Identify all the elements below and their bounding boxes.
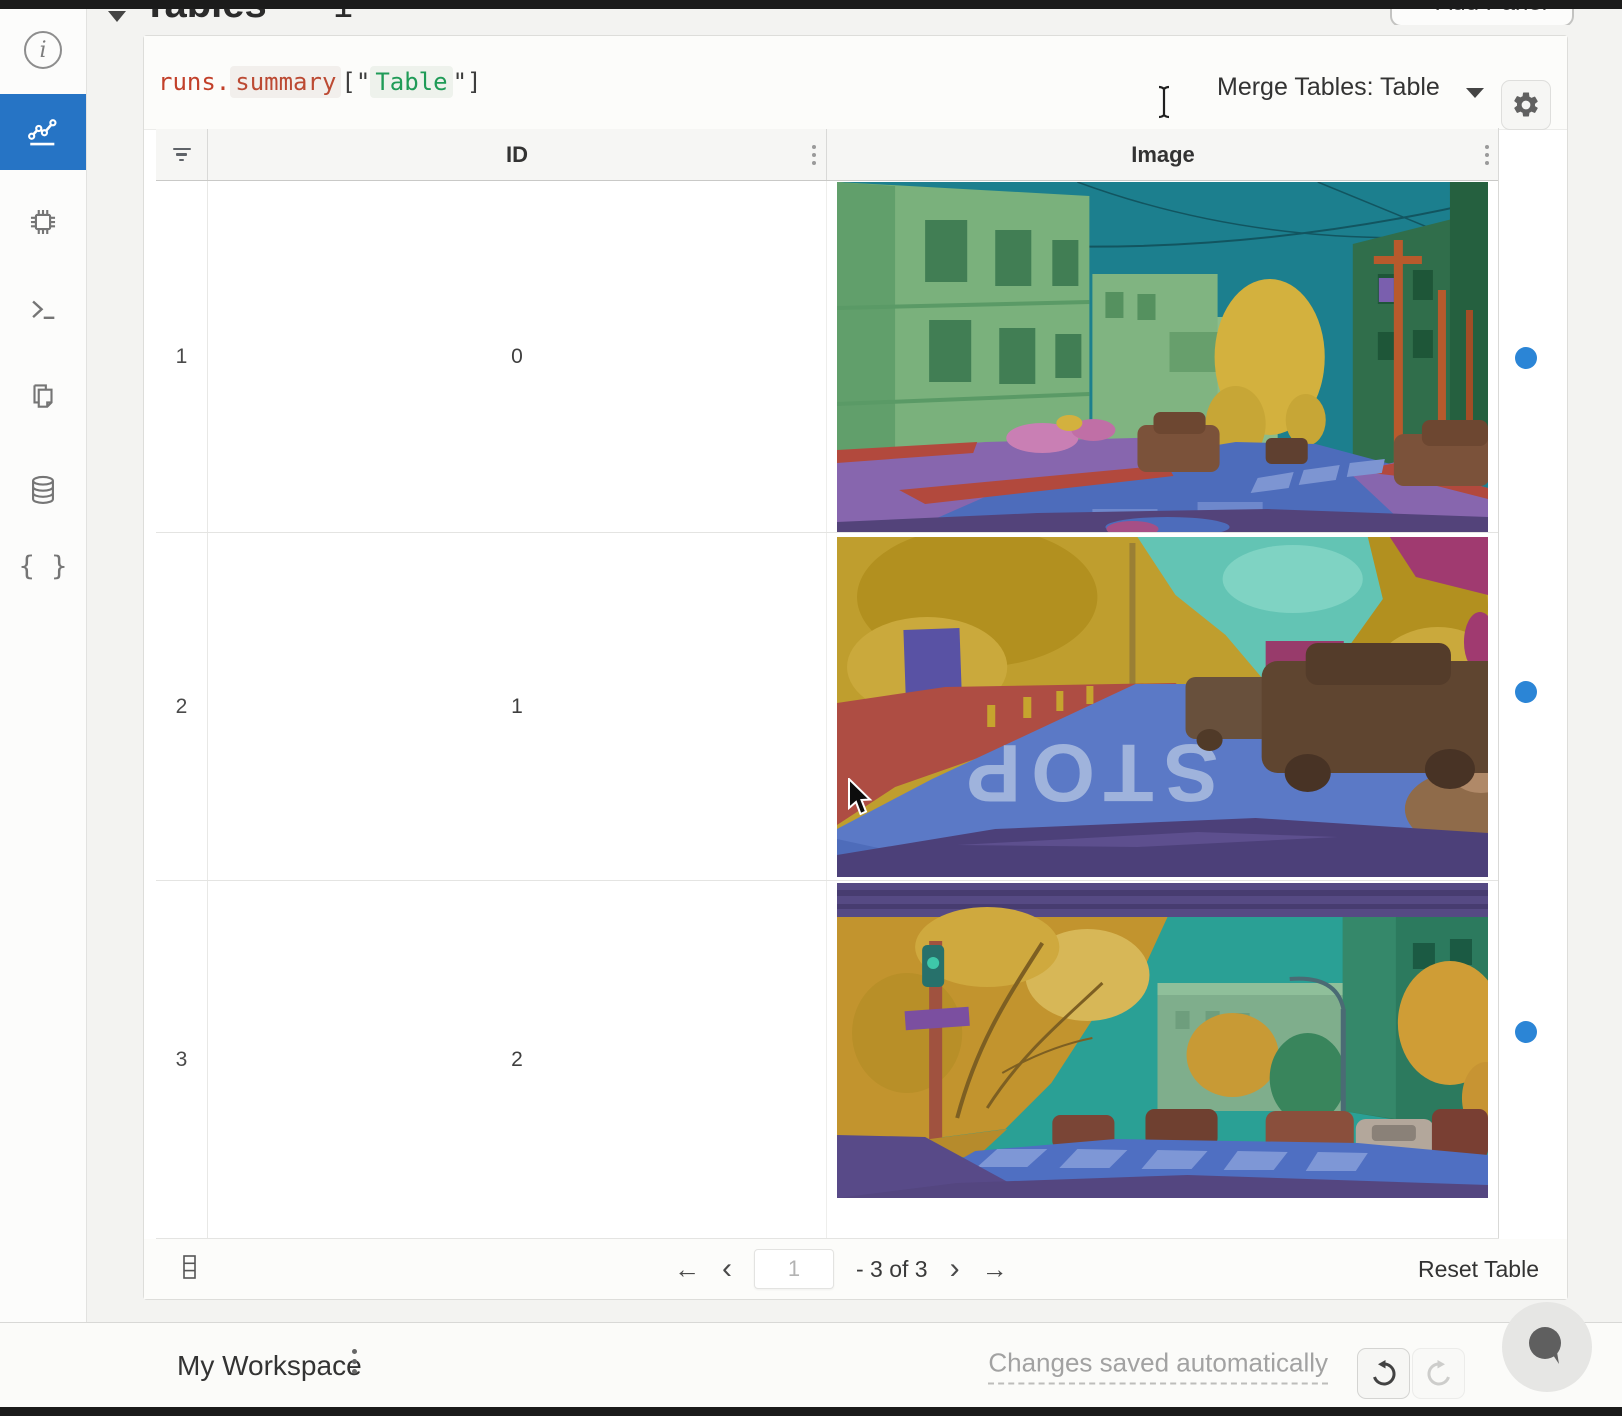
table-header-row: ID Image (156, 129, 1499, 181)
section-header: Tables 1 + Add Panel (86, 9, 1622, 25)
section-title: Tables (143, 9, 267, 25)
table-panel-card: runs.summary["Table"] Merge Tables: Tabl… (143, 35, 1568, 1300)
autosave-status[interactable]: Changes saved automatically (988, 1347, 1328, 1384)
sidebar-item-config[interactable]: { } (0, 534, 86, 598)
query-method-token: summary (230, 66, 341, 98)
row-height-icon[interactable] (182, 1254, 198, 1285)
bottom-chrome-bar (0, 1407, 1622, 1416)
panel-query-header: runs.summary["Table"] Merge Tables: Tabl… (144, 36, 1567, 130)
row-id-cell: 0 (208, 181, 827, 532)
workspace-footer-bar: My Workspace Changes saved automatically (0, 1322, 1622, 1408)
chat-widget-button[interactable] (1502, 1302, 1592, 1392)
info-icon: i (24, 31, 62, 69)
table-row[interactable]: 2 1 (156, 533, 1499, 881)
undo-icon (1369, 1359, 1399, 1389)
sidebar-item-charts[interactable] (0, 94, 86, 170)
terminal-icon (26, 293, 60, 327)
last-page-button[interactable]: → (982, 1256, 1008, 1282)
next-page-button[interactable]: › (950, 1254, 960, 1284)
table-pagination-bar: ← ‹ 1 - 3 of 3 › → Reset Table (144, 1239, 1567, 1299)
previous-page-button[interactable]: ‹ (722, 1254, 732, 1284)
column-header-id-label: ID (506, 142, 528, 168)
pagination-controls: ← ‹ 1 - 3 of 3 › → (674, 1249, 1008, 1289)
run-color-dot[interactable] (1515, 681, 1537, 703)
table-body: 1 0 (156, 181, 1499, 1239)
row-index-cell: 2 (156, 533, 208, 880)
row-image-cell (827, 181, 1499, 532)
run-color-dot[interactable] (1515, 1021, 1537, 1043)
redo-icon (1424, 1359, 1454, 1389)
database-icon (26, 473, 60, 507)
segmentation-image[interactable] (837, 883, 1488, 1198)
undo-button[interactable] (1357, 1348, 1410, 1399)
page-range-label: - 3 of 3 (856, 1256, 928, 1283)
sidebar-item-files[interactable] (0, 364, 86, 428)
column-menu-icon[interactable] (812, 145, 816, 149)
stop-pavement-marking: STOP (956, 727, 1218, 818)
row-id-cell: 2 (208, 881, 827, 1238)
workspace-menu-icon[interactable] (352, 1349, 357, 1354)
chat-bubble-icon (1519, 1319, 1575, 1375)
sidebar-item-info[interactable]: i (0, 18, 86, 82)
column-header-image[interactable]: Image (827, 129, 1499, 180)
row-image-cell: STOP (827, 533, 1499, 880)
segmentation-image[interactable] (837, 182, 1488, 532)
column-header-id[interactable]: ID (208, 129, 827, 180)
column-menu-icon[interactable] (1485, 145, 1489, 149)
text-cursor (1155, 84, 1173, 125)
line-chart-icon (26, 115, 60, 149)
query-open-bracket: [" (341, 68, 370, 96)
row-index-cell: 3 (156, 881, 208, 1238)
page-number-input[interactable]: 1 (754, 1249, 834, 1289)
run-color-dot[interactable] (1515, 347, 1537, 369)
sidebar-item-system[interactable] (0, 190, 86, 254)
copy-icon (26, 379, 60, 413)
app-root: i (0, 0, 1622, 1416)
filter-icon (172, 148, 192, 162)
sidebar: i (0, 0, 87, 1322)
reset-table-button[interactable]: Reset Table (1418, 1256, 1539, 1283)
braces-icon: { } (19, 551, 68, 582)
query-object-token: runs. (158, 68, 230, 96)
column-header-image-label: Image (1131, 142, 1195, 168)
sidebar-item-logs[interactable] (0, 278, 86, 342)
panel-query-expression[interactable]: runs.summary["Table"] (158, 68, 481, 96)
section-panel-count: 1 (333, 9, 353, 25)
workspace-name[interactable]: My Workspace (177, 1350, 362, 1382)
mouse-cursor (846, 778, 874, 823)
table-row[interactable]: 1 0 (156, 181, 1499, 533)
gear-icon (1511, 90, 1541, 120)
row-id-cell: 1 (208, 533, 827, 880)
panel-settings-button[interactable] (1501, 80, 1551, 130)
sidebar-item-artifacts[interactable] (0, 458, 86, 522)
table-row[interactable]: 3 2 (156, 881, 1499, 1239)
table-right-border (1498, 128, 1499, 1238)
row-image-cell (827, 881, 1499, 1238)
chevron-down-icon[interactable] (1466, 88, 1484, 98)
redo-button[interactable] (1412, 1348, 1465, 1399)
collapse-caret-icon[interactable] (108, 11, 126, 22)
merge-tables-dropdown[interactable]: Merge Tables: Table (1217, 73, 1440, 102)
query-key-token: Table (370, 66, 452, 98)
table-filter-cell[interactable] (156, 129, 208, 180)
row-index-cell: 1 (156, 181, 208, 532)
first-page-button[interactable]: ← (674, 1256, 700, 1282)
chip-icon (26, 205, 60, 239)
query-close-bracket: "] (453, 68, 482, 96)
segmentation-image[interactable]: STOP (837, 537, 1488, 877)
add-panel-button[interactable]: + Add Panel (1390, 9, 1574, 25)
top-chrome-bar (0, 0, 1622, 9)
